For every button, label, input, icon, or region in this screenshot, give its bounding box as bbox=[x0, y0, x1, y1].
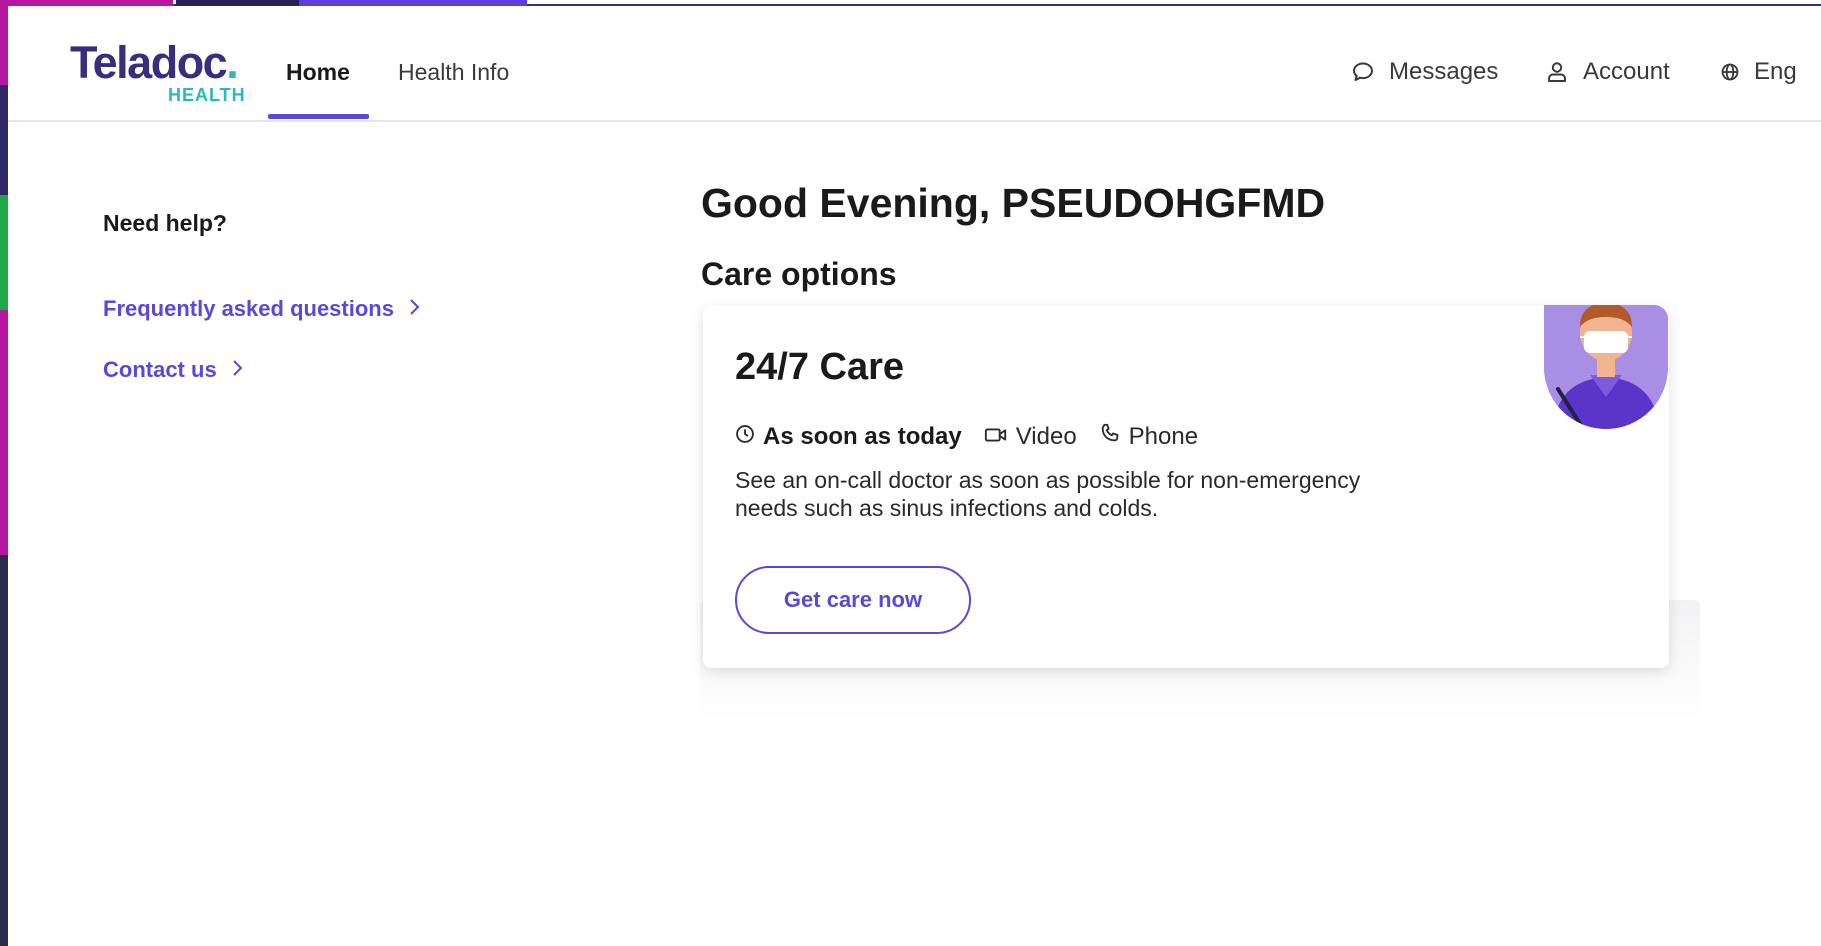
greeting-heading: Good Evening, PSEUDOHGFMD bbox=[701, 180, 1326, 226]
active-tab-indicator bbox=[268, 114, 369, 119]
phone-label: Phone bbox=[1128, 422, 1199, 450]
tab-health-info[interactable]: Health Info bbox=[398, 56, 509, 88]
contact-us-link[interactable]: Contact us bbox=[103, 357, 243, 383]
availability-item: As soon as today bbox=[735, 423, 962, 451]
messages-link[interactable]: Messages bbox=[1351, 58, 1498, 86]
globe-icon bbox=[1720, 62, 1740, 82]
card-title: 24/7 Care bbox=[735, 346, 905, 388]
teladoc-logo[interactable]: Teladoc. HEALTH bbox=[70, 40, 260, 110]
clock-icon bbox=[735, 423, 755, 451]
chevron-right-icon bbox=[408, 296, 420, 322]
video-camera-icon bbox=[984, 423, 1008, 451]
logo-subtitle: HEALTH bbox=[168, 85, 246, 105]
account-link[interactable]: Account bbox=[1545, 58, 1670, 86]
doctor-avatar bbox=[1544, 305, 1668, 429]
user-icon bbox=[1545, 60, 1569, 84]
get-care-now-button[interactable]: Get care now bbox=[735, 566, 971, 634]
need-help-heading: Need help? bbox=[103, 210, 227, 236]
language-label: Eng bbox=[1754, 58, 1797, 85]
language-selector[interactable]: Eng bbox=[1720, 58, 1797, 86]
phone-icon bbox=[1099, 422, 1121, 451]
account-label: Account bbox=[1583, 58, 1670, 85]
care-options-heading: Care options bbox=[701, 256, 897, 292]
phone-item: Phone bbox=[1099, 422, 1198, 451]
video-item: Video bbox=[984, 423, 1077, 451]
chat-bubble-icon bbox=[1351, 60, 1375, 84]
top-nav-bar: Teladoc. HEALTH Home Health Info Message… bbox=[8, 18, 1821, 122]
card-description: See an on-call doctor as soon as possibl… bbox=[735, 467, 1361, 521]
availability-text: As soon as today bbox=[763, 422, 962, 450]
chevron-right-icon bbox=[231, 357, 243, 383]
screen-frame-top bbox=[8, 0, 1821, 6]
faq-link[interactable]: Frequently asked questions bbox=[103, 296, 420, 322]
faq-link-label: Frequently asked questions bbox=[103, 296, 394, 321]
screen-frame-left bbox=[0, 0, 8, 946]
care-option-card: 24/7 Care As soon as today Video Phone S… bbox=[703, 305, 1669, 668]
contact-us-label: Contact us bbox=[103, 357, 217, 382]
messages-label: Messages bbox=[1389, 58, 1499, 85]
video-label: Video bbox=[1015, 422, 1077, 450]
tab-home[interactable]: Home bbox=[286, 56, 350, 88]
card-meta-row: As soon as today Video Phone bbox=[735, 422, 1220, 451]
